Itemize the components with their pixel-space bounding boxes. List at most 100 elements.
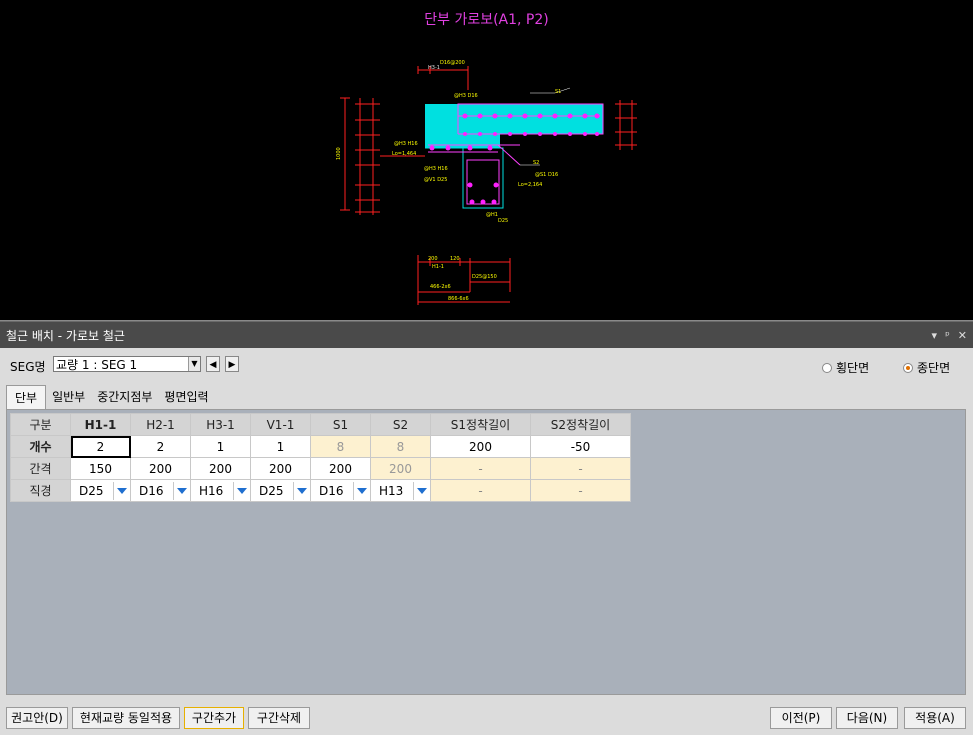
diameter-combo[interactable]: D16 (130, 479, 191, 502)
diameter-combo[interactable]: D25 (70, 479, 131, 502)
table-row: 간격 150 200 200 200 200 200 - - (10, 457, 631, 480)
table-row: 직경 D25 D16 H16 D25 D16 H13 - - (10, 479, 631, 502)
seg-row: SEG명 교량 1 : SEG 1 ▼ ◀ ▶ 횡단면 종단면 (0, 351, 973, 379)
svg-text:@V1 D25: @V1 D25 (424, 177, 447, 183)
drawing-canvas: 단부 가로보(A1, P2) D16@200 H3-1 1000 @H3 D16… (0, 0, 973, 321)
chevron-down-icon[interactable] (233, 481, 250, 500)
svg-text:466-2x6: 466-2x6 (430, 284, 451, 290)
chevron-down-icon[interactable] (113, 481, 130, 500)
grid-cell[interactable]: -50 (530, 435, 631, 458)
grid-cell[interactable]: 1 (250, 435, 311, 458)
seg-select[interactable]: 교량 1 : SEG 1 ▼ (53, 356, 201, 372)
grid-cell[interactable]: 200 (250, 457, 311, 480)
svg-text:1000: 1000 (336, 147, 342, 160)
diameter-combo[interactable]: D16 (310, 479, 371, 502)
col-header: S1 (310, 413, 371, 436)
tab-general[interactable]: 일반부 (46, 385, 91, 407)
combo-value: H16 (199, 483, 224, 498)
diameter-combo[interactable]: H16 (190, 479, 251, 502)
grid-cell[interactable]: 200 (310, 457, 371, 480)
grid-corner: 구분 (10, 413, 71, 436)
combo-value: D16 (319, 483, 344, 498)
grid-cell: - (530, 479, 631, 502)
prev-button[interactable]: 이전(P) (770, 707, 832, 729)
delete-section-button[interactable]: 구간삭제 (248, 707, 310, 729)
svg-text:D25@150: D25@150 (472, 274, 497, 280)
chevron-down-icon[interactable]: ▼ (188, 357, 200, 371)
svg-text:H1-1: H1-1 (432, 264, 444, 270)
svg-text:@S1 D16: @S1 D16 (535, 172, 558, 178)
radio-label: 횡단면 (836, 361, 870, 375)
svg-text:D25: D25 (498, 218, 508, 224)
grid-cell: 8 (310, 435, 371, 458)
grid-cell[interactable]: 2 (70, 435, 131, 458)
row-header: 직경 (10, 479, 71, 502)
chevron-down-icon[interactable] (173, 481, 190, 500)
seg-prev-button[interactable]: ◀ (206, 356, 220, 372)
chevron-down-icon[interactable] (353, 481, 370, 500)
tab-bar: 단부 일반부 중간지점부 평면입력 (6, 385, 215, 410)
diameter-combo[interactable]: D25 (250, 479, 311, 502)
combo-value: H13 (379, 483, 404, 498)
chevron-down-icon[interactable] (293, 481, 310, 500)
svg-text:@H1: @H1 (486, 212, 498, 218)
radio-dot-selected[interactable] (903, 362, 913, 373)
chevron-down-icon[interactable] (413, 481, 430, 500)
svg-text:@H3 H16: @H3 H16 (394, 141, 418, 147)
grid-cell: - (530, 457, 631, 480)
col-header: S2정착길이 (530, 413, 631, 436)
svg-text:Lo=1,464: Lo=1,464 (392, 151, 416, 157)
bottom-button-bar: 권고안(D) 현재교량 동일적용 구간추가 구간삭제 이전(P) 다음(N) 적… (0, 706, 973, 735)
col-header: S1정착길이 (430, 413, 531, 436)
svg-text:866-6x6: 866-6x6 (448, 296, 469, 302)
grid-cell[interactable]: 200 (430, 435, 531, 458)
pin-icon[interactable]: ᵖ (945, 329, 950, 342)
radio-dot[interactable] (822, 362, 832, 373)
apply-same-button[interactable]: 현재교량 동일적용 (72, 707, 180, 729)
tab-plan-input[interactable]: 평면입력 (158, 385, 214, 407)
grid-cell: - (430, 479, 531, 502)
svg-text:S1: S1 (555, 89, 561, 95)
seg-label: SEG명 (10, 360, 46, 374)
apply-button[interactable]: 적용(A) (904, 707, 966, 729)
grid-cell: 8 (370, 435, 431, 458)
crossbeam-drawing: D16@200 H3-1 1000 @H3 D16 @H3 H16 Lo=1,4… (336, 60, 637, 305)
recommend-button[interactable]: 권고안(D) (6, 707, 68, 729)
tab-content: 구분 H1-1 H2-1 H3-1 V1-1 S1 S2 S1정착길이 S2정착… (6, 409, 966, 695)
radio-longitudinal-section[interactable]: 종단면 (903, 359, 950, 376)
combo-value: D25 (79, 483, 104, 498)
svg-text:120: 120 (450, 256, 460, 262)
svg-text:200: 200 (428, 256, 438, 262)
next-button[interactable]: 다음(N) (836, 707, 898, 729)
seg-next-button[interactable]: ▶ (225, 356, 239, 372)
panel-menu-icon[interactable]: ▾ (932, 329, 938, 342)
grid-cell[interactable]: 200 (190, 457, 251, 480)
col-header: V1-1 (250, 413, 311, 436)
col-header: H3-1 (190, 413, 251, 436)
close-icon[interactable]: ✕ (958, 329, 967, 342)
add-section-button[interactable]: 구간추가 (184, 707, 244, 729)
seg-select-value: 교량 1 : SEG 1 (56, 358, 138, 372)
col-header: H2-1 (130, 413, 191, 436)
grid-cell[interactable]: 1 (190, 435, 251, 458)
row-header: 간격 (10, 457, 71, 480)
svg-text:@H3 H16: @H3 H16 (424, 166, 448, 172)
grid-cell[interactable]: 200 (130, 457, 191, 480)
svg-text:S2: S2 (533, 160, 539, 166)
tab-mid-support[interactable]: 중간지점부 (91, 385, 158, 407)
combo-value: D16 (139, 483, 164, 498)
tab-end[interactable]: 단부 (6, 385, 47, 410)
grid-cell: - (430, 457, 531, 480)
rebar-grid: 구분 H1-1 H2-1 H3-1 V1-1 S1 S2 S1정착길이 S2정착… (10, 413, 631, 502)
diameter-combo[interactable]: H13 (370, 479, 431, 502)
row-header: 개수 (10, 435, 71, 458)
grid-cell[interactable]: 2 (130, 435, 191, 458)
grid-cell[interactable]: 150 (70, 457, 131, 480)
grid-cell: 200 (370, 457, 431, 480)
radio-label: 종단면 (917, 361, 951, 375)
svg-text:@H3 D16: @H3 D16 (454, 93, 478, 99)
radio-cross-section[interactable]: 횡단면 (822, 359, 869, 376)
svg-text:Lo=2,164: Lo=2,164 (518, 182, 542, 188)
col-header: H1-1 (70, 413, 131, 436)
svg-text:D16@200: D16@200 (440, 60, 465, 66)
